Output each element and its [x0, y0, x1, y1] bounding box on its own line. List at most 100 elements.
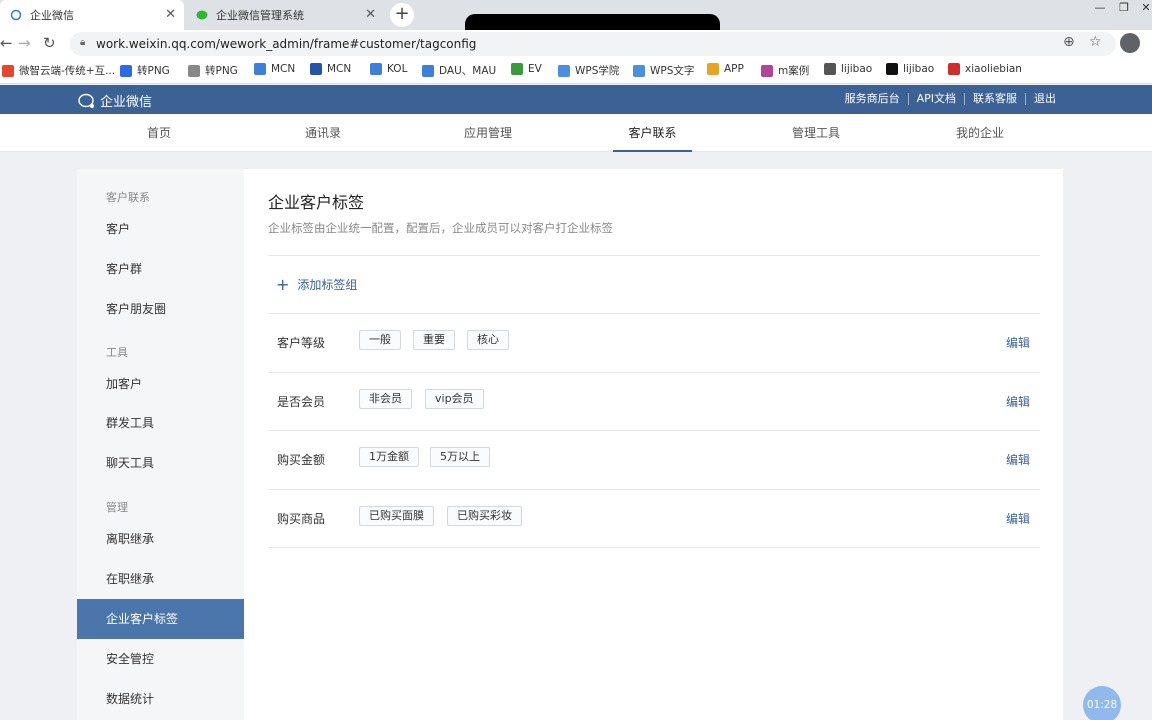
sidebar-item-broadcast[interactable]: 群发工具: [77, 403, 244, 443]
bookmark-item[interactable]: EV: [511, 63, 542, 75]
tag-group-name: 客户等级: [277, 336, 326, 350]
bookmark-favicon-icon: [310, 63, 322, 75]
nav-apps[interactable]: 应用管理: [452, 114, 524, 152]
nav-customer-contact[interactable]: 客户联系: [613, 114, 692, 152]
sidebar-item-security[interactable]: 安全管控: [77, 639, 244, 679]
bookmark-item[interactable]: lijibao: [886, 63, 934, 75]
bookmark-label: 转PNG: [205, 65, 238, 77]
browser-tab-2[interactable]: 企业微信管理系统 ✕: [186, 0, 384, 30]
bookmark-item[interactable]: 转PNG: [188, 63, 238, 78]
browser-tab-title: 企业微信: [30, 9, 74, 22]
bookmark-item[interactable]: 微智云端-传统+互...: [2, 63, 115, 78]
sidebar-item-groups[interactable]: 客户群: [77, 249, 244, 289]
edit-link[interactable]: 编辑: [1006, 510, 1030, 527]
sidebar-item-onjob-inherit[interactable]: 在职继承: [77, 559, 244, 599]
nav-home[interactable]: 首页: [130, 114, 188, 152]
url-field[interactable]: 🔒︎ work.weixin.qq.com/wework_admin/frame…: [70, 32, 1116, 56]
tag-chip: 5万以上: [430, 447, 490, 467]
sidebar-item-moments[interactable]: 客户朋友圈: [77, 289, 244, 329]
back-icon[interactable]: ←: [0, 34, 13, 52]
bookmark-item[interactable]: DAU、MAU: [422, 63, 496, 78]
bookmark-favicon-icon: [188, 64, 200, 77]
main-nav: 首页 通讯录 应用管理 客户联系 管理工具 我的企业: [0, 114, 1152, 152]
new-tab-button[interactable]: +: [390, 3, 414, 27]
bookmark-item[interactable]: WPS文字: [633, 63, 694, 78]
bookmark-favicon-icon: [422, 64, 434, 77]
tag-chip: 1万金额: [359, 447, 419, 467]
sidebar-item-add-customer[interactable]: 加客户: [77, 364, 244, 404]
minimize-icon[interactable]: —: [1088, 0, 1112, 18]
bookmark-item[interactable]: m案例: [761, 63, 809, 78]
tag-chip: 已购买面膜: [359, 506, 434, 526]
browser-tab-1[interactable]: 企业微信 ✕: [0, 0, 184, 30]
header-link-support[interactable]: 联系客服: [964, 93, 1025, 105]
bookmark-item[interactable]: 转PNG: [120, 63, 170, 78]
edit-link[interactable]: 编辑: [1006, 334, 1030, 351]
url-text: work.weixin.qq.com/wework_admin/frame#cu…: [96, 37, 477, 51]
add-tag-group-button[interactable]: + 添加标签组: [276, 276, 357, 293]
tag-chip: vip会员: [425, 389, 484, 409]
nav-my-company[interactable]: 我的企业: [944, 114, 1016, 152]
sidebar-group-customer: 客户联系: [106, 191, 150, 204]
bookmark-label: EV: [528, 63, 542, 75]
bookmark-item[interactable]: APP: [707, 63, 744, 75]
forward-icon[interactable]: →: [18, 34, 31, 52]
bookmark-favicon-icon: [511, 63, 523, 75]
bookmark-favicon-icon: [2, 64, 14, 77]
sidebar-item-chat-tools[interactable]: 聊天工具: [77, 443, 244, 483]
bookmark-label: MCN: [271, 63, 296, 75]
edit-link[interactable]: 编辑: [1006, 451, 1030, 468]
sidebar-group-manage: 管理: [106, 501, 128, 514]
bookmark-item[interactable]: MCN: [310, 63, 351, 75]
bookmark-label: 微智云端-传统+互...: [19, 65, 116, 77]
bookmark-favicon-icon: [824, 63, 836, 75]
browser-tab-bar: 企业微信 ✕ 企业微信管理系统 ✕ + — ❐ ✕: [0, 0, 1152, 30]
bookmark-item[interactable]: KOL: [370, 63, 407, 75]
close-window-icon[interactable]: ✕: [1134, 0, 1152, 18]
plus-icon: +: [276, 274, 290, 294]
bookmark-favicon-icon: [707, 63, 719, 75]
bookmark-item[interactable]: lijibao: [824, 63, 872, 75]
header-link-service[interactable]: 服务商后台: [837, 93, 908, 105]
tag-chip: 一般: [359, 330, 401, 350]
close-tab-icon[interactable]: ✕: [165, 7, 176, 22]
close-tab-icon[interactable]: ✕: [365, 7, 376, 22]
reload-icon[interactable]: ↻: [43, 34, 56, 52]
tag-chip: 重要: [413, 330, 455, 350]
tag-group-row: 客户等级 一般 重要 核心 编辑: [268, 313, 1040, 371]
main-content: 企业客户标签 企业标签由企业统一配置，配置后，企业成员可以对客户打企业标签 + …: [244, 169, 1063, 720]
tag-chip: 已购买彩妆: [447, 506, 522, 526]
tag-group-row: 是否会员 非会员 vip会员 编辑: [268, 372, 1040, 430]
bookmark-label: MCN: [327, 63, 352, 75]
bookmark-label: m案例: [778, 65, 810, 77]
logo[interactable]: 企业微信: [78, 91, 152, 110]
header-link-api[interactable]: API文档: [907, 93, 964, 105]
lock-icon: 🔒︎: [80, 37, 86, 48]
sidebar-item-resign-inherit[interactable]: 离职继承: [77, 519, 244, 559]
bookmark-item[interactable]: WPS学院: [558, 63, 619, 78]
sidebar: 客户联系 客户 客户群 客户朋友圈 工具 加客户 群发工具 聊天工具 管理 离职…: [77, 169, 244, 720]
bookmark-favicon-icon: [254, 63, 266, 75]
bookmark-item[interactable]: MCN: [254, 63, 295, 75]
bookmark-item[interactable]: xiaoliebian: [948, 63, 1022, 75]
zoom-icon[interactable]: ⊕: [1063, 34, 1075, 50]
tag-group-name: 是否会员: [277, 395, 326, 409]
bookmark-label: WPS文字: [650, 65, 695, 77]
bookmark-label: WPS学院: [575, 65, 620, 77]
maximize-icon[interactable]: ❐: [1112, 0, 1136, 18]
header-link-logout[interactable]: 退出: [1025, 93, 1064, 105]
bookmark-label: APP: [724, 63, 744, 75]
sidebar-item-customers[interactable]: 客户: [77, 209, 244, 249]
nav-contacts[interactable]: 通讯录: [293, 114, 353, 152]
sidebar-item-statistics[interactable]: 数据统计: [77, 679, 244, 719]
tag-chip: 非会员: [359, 389, 412, 409]
edit-link[interactable]: 编辑: [1006, 393, 1030, 410]
bookmark-favicon-icon: [370, 63, 382, 75]
tag-group-row: 购买金额 1万金额 5万以上 编辑: [268, 430, 1040, 488]
bookmark-star-icon[interactable]: ☆: [1089, 34, 1102, 50]
add-tag-group-label: 添加标签组: [297, 278, 358, 292]
sidebar-item-customer-tags[interactable]: 企业客户标签: [77, 599, 244, 639]
profile-avatar[interactable]: [1120, 33, 1140, 53]
bookmark-favicon-icon: [558, 64, 570, 77]
nav-tools[interactable]: 管理工具: [780, 114, 852, 152]
